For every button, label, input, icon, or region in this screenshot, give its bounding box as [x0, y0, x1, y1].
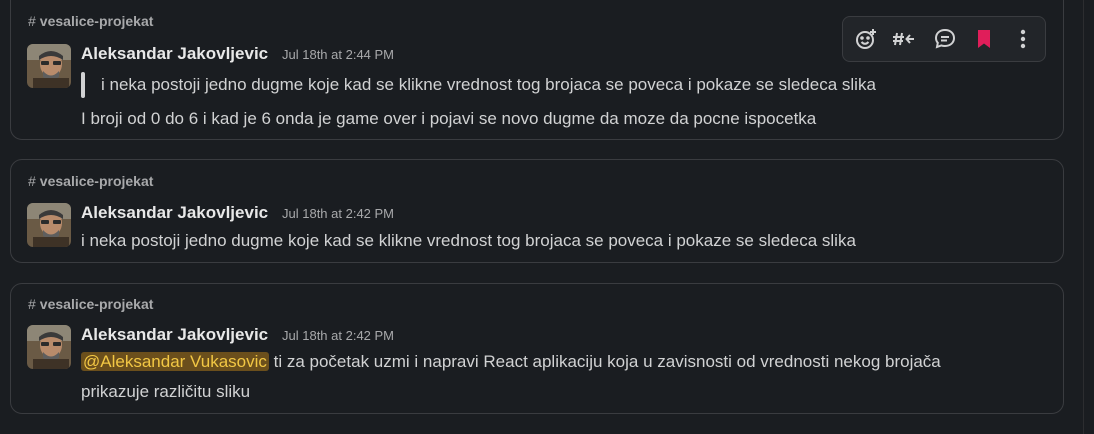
quote-bar [81, 72, 85, 98]
message-timestamp[interactable]: Jul 18th at 2:42 PM [282, 328, 394, 343]
avatar[interactable] [27, 44, 71, 88]
reply-in-channel-icon[interactable] [892, 26, 918, 52]
message-text: ti za početak uzmi i napravi React aplik… [273, 352, 941, 371]
quoted-text: i neka postoji jedno dugme koje kad se k… [101, 75, 876, 94]
scrollbar-track[interactable] [1083, 0, 1094, 434]
bookmark-icon[interactable] [971, 26, 997, 52]
thread-reply-icon[interactable] [932, 26, 958, 52]
avatar[interactable] [27, 203, 71, 247]
message-card: # vesalice-projekat Aleksandar Jakovljevi… [10, 159, 1064, 263]
channel-link[interactable]: # vesalice-projekat [28, 173, 153, 189]
hash-icon: # [28, 173, 36, 189]
author-name[interactable]: Aleksandar Jakovljevic [81, 203, 268, 223]
author-name[interactable]: Aleksandar Jakovljevic [81, 325, 268, 345]
message-card: # vesalice-projekat Aleksandar Jakovljevi… [10, 283, 1064, 414]
user-mention[interactable]: @Aleksandar Vukasovic [81, 352, 269, 371]
message-text: I broji od 0 do 6 i kad je 6 onda je gam… [81, 109, 817, 128]
hash-icon: # [28, 13, 36, 29]
message-text-line: @Aleksandar Vukasovic ti za početak uzmi… [81, 352, 941, 372]
more-actions-icon[interactable] [1010, 26, 1036, 52]
avatar[interactable] [27, 325, 71, 369]
message-actions-toolbar [842, 16, 1046, 62]
message-timestamp[interactable]: Jul 18th at 2:44 PM [282, 47, 394, 62]
message-card: # vesalice-projekat Aleksandar Jakovljevi… [10, 0, 1064, 140]
channel-name: vesalice-projekat [39, 173, 154, 189]
channel-link[interactable]: # vesalice-projekat [28, 296, 153, 312]
message-text-continuation: prikazuje različitu sliku [81, 382, 251, 401]
message-text: i neka postoji jedno dugme koje kad se k… [81, 231, 856, 250]
channel-name: vesalice-projekat [39, 13, 154, 29]
add-reaction-icon[interactable] [853, 26, 879, 52]
channel-link[interactable]: # vesalice-projekat [28, 13, 153, 29]
channel-name: vesalice-projekat [39, 296, 154, 312]
hash-icon: # [28, 296, 36, 312]
message-timestamp[interactable]: Jul 18th at 2:42 PM [282, 206, 394, 221]
author-name[interactable]: Aleksandar Jakovljevic [81, 44, 268, 64]
